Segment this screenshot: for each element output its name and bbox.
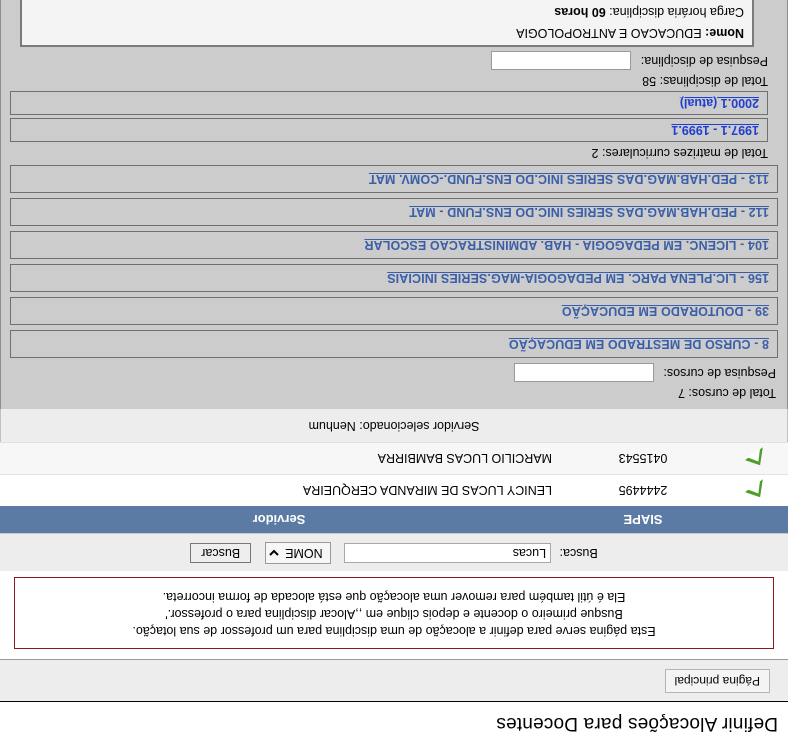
- curso-item[interactable]: 104 - LICENC. EM PEDAGOGIA - HAB. ADMINI…: [10, 231, 778, 259]
- row-servidor-name: LENICY LUCAS DE MIRANDA CERQUEIRA: [0, 474, 558, 506]
- page-root: Definir Alocações para Docentes Página p…: [0, 0, 788, 746]
- disciplina-carga-label: Carga horária disciplina:: [609, 5, 744, 19]
- matriz-item[interactable]: 1997.1 - 1999.1: [10, 118, 768, 142]
- curso-item[interactable]: 39 - DOUTORADO EM EDUCAÇÃO: [10, 297, 778, 325]
- row-siape: 2444495: [558, 474, 728, 506]
- curso-item[interactable]: 112 - PED.HAB.MAG.DAS SERIES INIC.DO ENS…: [10, 198, 778, 226]
- curso-link[interactable]: 112 - PED.HAB.MAG.DAS SERIES INIC.DO ENS…: [409, 205, 769, 219]
- home-button[interactable]: Página principal: [664, 669, 770, 693]
- disciplina-carga-row: Carga horária disciplina: 60 horas: [22, 3, 752, 24]
- rotated-page-wrapper: Definir Alocações para Docentes Página p…: [0, 0, 788, 746]
- curso-item[interactable]: 156 - LIC.PLENA PARC. EM PEDAGOGIA-MAG.S…: [10, 264, 778, 292]
- disciplina-card: Nome: EDUCACAO E ANTROPOLOGIA Carga horá…: [20, 0, 754, 47]
- select-arrow-icon[interactable]: [747, 484, 769, 500]
- col-header-action: [728, 506, 788, 533]
- search-button[interactable]: Buscar: [190, 543, 252, 563]
- matrizes-total: Total de matrizes curriculares: 2: [591, 146, 768, 160]
- table-row[interactable]: 2444495 LENICY LUCAS DE MIRANDA CERQUEIR…: [0, 474, 788, 506]
- help-line-1: Esta página serve para definir a alocaçã…: [132, 624, 656, 638]
- curso-item[interactable]: 8 - CURSO DE MESTRADO EM EDUCAÇÃO: [10, 330, 778, 358]
- help-box: Esta página serve para definir a alocaçã…: [14, 577, 774, 649]
- col-header-servidor: Servidor: [0, 506, 558, 533]
- matriz-link[interactable]: 1997.1 - 1999.1: [671, 123, 759, 137]
- help-line-3: Ela é útil também para remover uma aloca…: [162, 590, 626, 604]
- page-title-bar: Definir Alocações para Docentes: [0, 701, 788, 746]
- select-arrow-icon[interactable]: [747, 452, 769, 468]
- toolbar: Página principal: [0, 659, 788, 701]
- curso-link[interactable]: 104 - LICENC. EM PEDAGOGIA - HAB. ADMINI…: [364, 238, 769, 252]
- disciplina-nome-label: Nome:: [705, 26, 744, 40]
- disciplina-nome-row: Nome: EDUCACAO E ANTROPOLOGIA: [22, 24, 752, 45]
- row-siape: 0415543: [558, 442, 728, 475]
- disciplina-search-label: Pesquisa de disciplina:: [640, 54, 768, 69]
- row-servidor-name: MARCILIO LUCAS BAMBIRRA: [0, 442, 558, 475]
- col-header-siape: SIAPE: [558, 506, 728, 533]
- search-bar: Busca: NOME Buscar: [0, 533, 788, 571]
- cursos-search-input[interactable]: [513, 363, 654, 382]
- servidor-results-table: SIAPE Servidor 2444495 LENICY LUCAS DE M…: [0, 442, 788, 533]
- curso-item[interactable]: 113 - PED.HAB.MAG.DAS SERIES INIC.DO ENS…: [10, 165, 778, 193]
- table-row[interactable]: 0415543 MARCILIO LUCAS BAMBIRRA: [0, 442, 788, 475]
- curso-link[interactable]: 113 - PED.HAB.MAG.DAS SERIES INIC.DO ENS…: [369, 172, 769, 186]
- search-input[interactable]: [344, 543, 552, 563]
- cursos-search-label: Pesquisa de cursos:: [663, 366, 776, 381]
- disciplina-search-input[interactable]: [491, 51, 632, 70]
- cursos-total: Total de cursos: 7: [678, 386, 776, 400]
- cursos-panel: Total de cursos: 7 Pesquisa de cursos: 8…: [0, 0, 788, 409]
- row-select-cell[interactable]: [728, 474, 788, 506]
- selected-servidor-label: Servidor selecionado:: [359, 419, 480, 433]
- matriz-item[interactable]: 2000.1 (atual): [10, 91, 768, 115]
- search-criteria-select[interactable]: NOME: [264, 542, 331, 564]
- curso-link[interactable]: 8 - CURSO DE MESTRADO EM EDUCAÇÃO: [509, 337, 769, 351]
- curso-link[interactable]: 156 - LIC.PLENA PARC. EM PEDAGOGIA-MAG.S…: [387, 271, 769, 285]
- row-select-cell[interactable]: [728, 442, 788, 475]
- page-title: Definir Alocações para Docentes: [496, 713, 778, 734]
- disciplina-nome-value: EDUCACAO E ANTROPOLOGIA: [516, 26, 702, 40]
- curso-link[interactable]: 39 - DOUTORADO EM EDUCAÇÃO: [562, 304, 769, 318]
- selected-servidor-line: Servidor selecionado: Nenhum: [0, 409, 788, 442]
- help-line-2: Busque primeiro o docente e depois cliqu…: [165, 607, 623, 621]
- selected-servidor-value: Nenhum: [308, 419, 356, 433]
- matriz-link[interactable]: 2000.1 (atual): [680, 96, 759, 110]
- search-label: Busca:: [559, 545, 598, 560]
- disciplina-search-row: Pesquisa de disciplina:: [10, 51, 768, 70]
- disciplinas-total: Total de disciplinas: 58: [642, 74, 768, 88]
- cursos-search-row: Pesquisa de cursos:: [10, 363, 776, 382]
- table-header-row: SIAPE Servidor: [0, 506, 788, 533]
- disciplina-carga-value: 60 horas: [554, 5, 606, 19]
